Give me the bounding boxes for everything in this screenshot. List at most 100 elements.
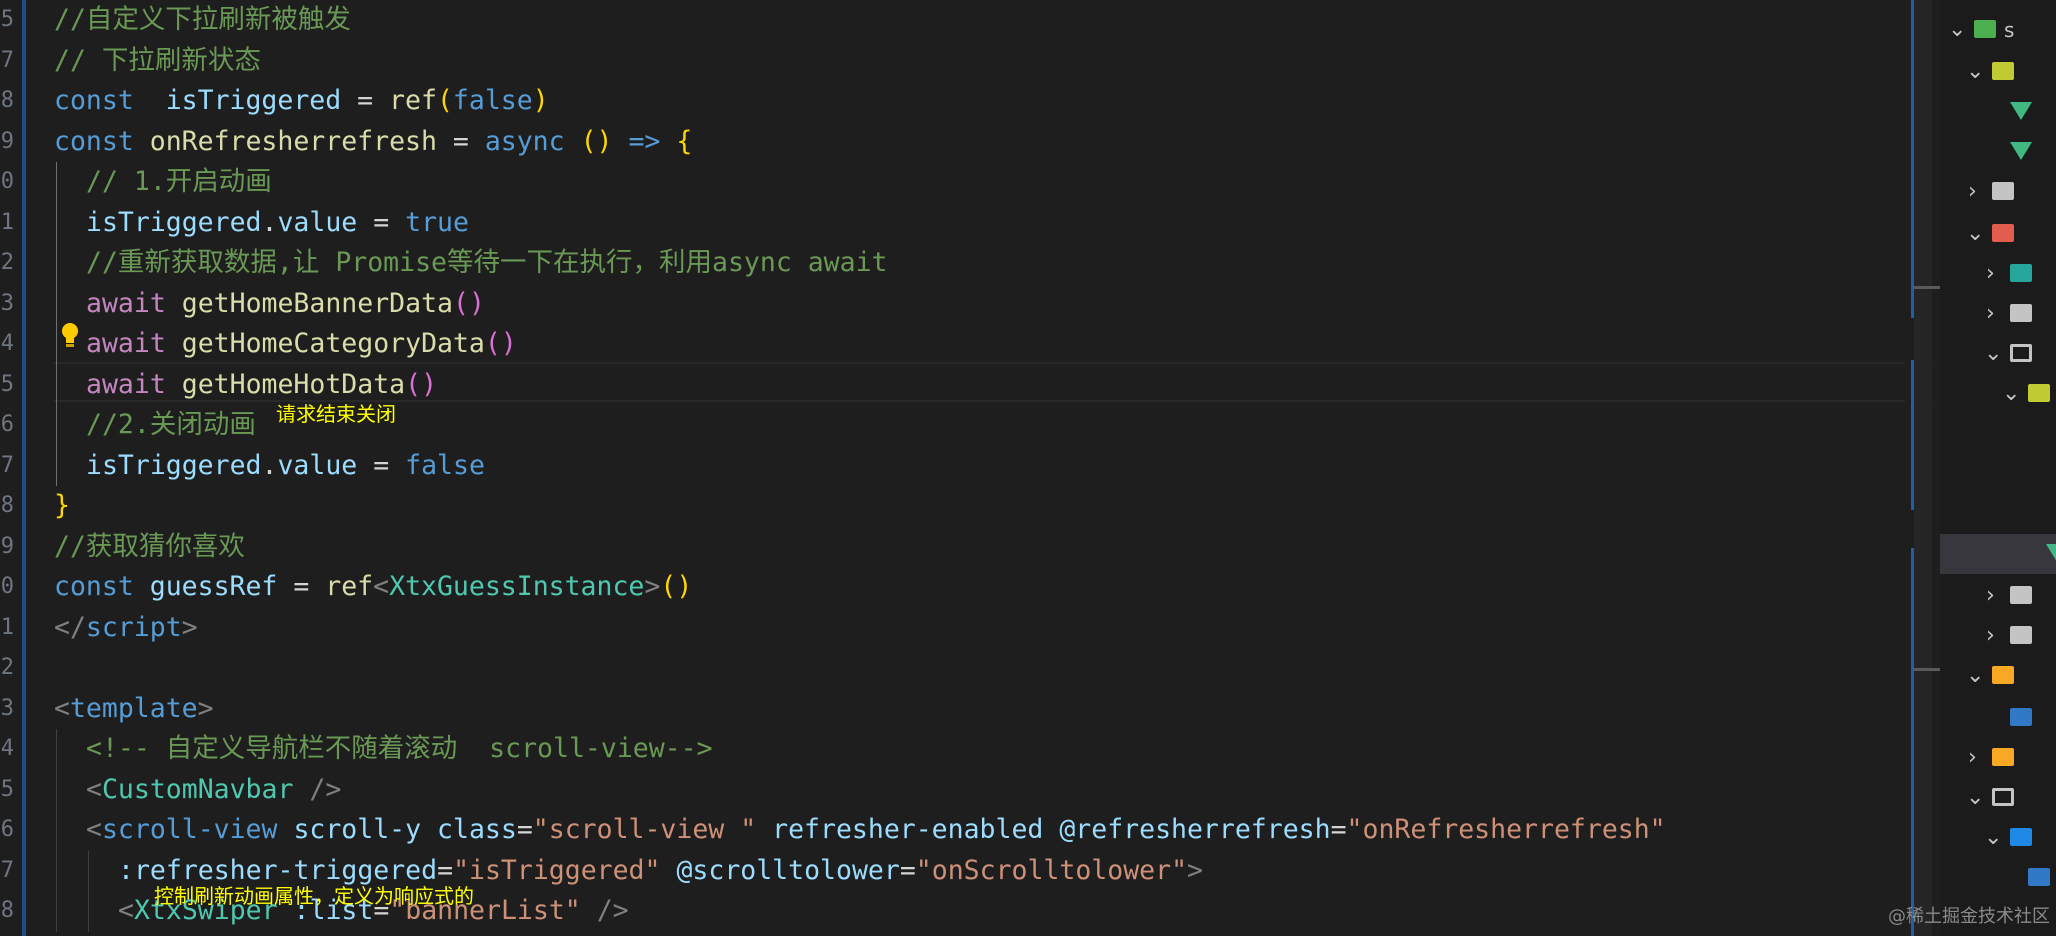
code-line[interactable]: <!-- 自定义导航栏不随着滚动 scroll-view--> bbox=[86, 729, 713, 769]
tree-item-ts-file[interactable] bbox=[1940, 858, 2056, 898]
static-folder-icon bbox=[1992, 748, 2014, 766]
code-line[interactable]: //2.关闭动画 bbox=[86, 405, 256, 445]
vue-file-icon bbox=[2010, 102, 2032, 120]
vue-file-icon bbox=[2010, 142, 2032, 160]
code-token: < bbox=[86, 773, 102, 805]
code-token: await bbox=[86, 328, 166, 359]
code-line[interactable]: //自定义下拉刷新被触发 bbox=[54, 0, 351, 40]
tree-item-ts-file[interactable] bbox=[1940, 698, 2056, 738]
tree-item-folder[interactable]: › bbox=[1940, 254, 2056, 294]
code-token: :refresher-triggered bbox=[118, 854, 438, 886]
code-editor[interactable]: //自定义下拉刷新被触发 // 下拉刷新状态 const isTriggered =… bbox=[0, 0, 1934, 936]
code-token: //自定义下拉刷新被触发 bbox=[54, 4, 351, 35]
code-line[interactable]: <scroll-view scroll-y class="scroll-view… bbox=[86, 810, 1666, 850]
code-line[interactable]: const isTriggered = ref(false) bbox=[54, 81, 549, 121]
code-token: /> bbox=[596, 895, 629, 926]
open-folder-icon bbox=[2010, 344, 2032, 362]
code-line[interactable]: await getHomeCategoryData() bbox=[86, 324, 517, 364]
code-token: await bbox=[86, 368, 166, 400]
indent-guide bbox=[56, 729, 57, 932]
open-folder-icon bbox=[1992, 788, 2014, 806]
code-line[interactable]: // 下拉刷新状态 bbox=[54, 41, 261, 81]
tree-item-folder[interactable]: ⌄ bbox=[1940, 214, 2056, 254]
code-token: < bbox=[54, 692, 70, 724]
lightbulb-icon[interactable] bbox=[60, 322, 80, 350]
code-token: getHomeCategoryData bbox=[181, 328, 485, 359]
code-line[interactable]: const guessRef = ref<XtxGuessInstance>() bbox=[54, 567, 692, 607]
code-token: isTriggered bbox=[165, 85, 342, 116]
file-explorer[interactable]: ⌄ s ⌄ › ⌄ › › ⌄ ⌄ › › ⌄ › ⌄ ⌄ bbox=[1940, 0, 2056, 936]
code-token: "onScrolltolower" bbox=[915, 854, 1188, 886]
code-token: getHomeBannerData bbox=[181, 287, 453, 319]
code-token: ( bbox=[436, 85, 453, 116]
code-token: </ bbox=[54, 611, 86, 643]
code-token: const bbox=[54, 85, 134, 116]
chevron-right-icon: › bbox=[1986, 301, 1995, 326]
code-token: = bbox=[899, 854, 916, 886]
watermark: @稀土掘金技术社区 bbox=[1888, 906, 2050, 927]
indent-guide bbox=[56, 162, 57, 486]
tree-item-folder[interactable]: ⌄ bbox=[1940, 52, 2056, 92]
tree-item-folder[interactable]: › bbox=[1940, 294, 2056, 334]
tree-item-folder[interactable]: › bbox=[1940, 616, 2056, 656]
code-token: "onRefresherrefresh" bbox=[1346, 814, 1666, 845]
tree-item-folder[interactable]: ⌄ bbox=[1940, 656, 2056, 696]
code-line[interactable]: await getHomeBannerData() bbox=[86, 284, 485, 324]
code-token: const bbox=[54, 125, 134, 157]
code-token: > bbox=[197, 692, 214, 724]
code-token: scroll-y bbox=[293, 814, 422, 845]
tree-item-folder[interactable]: › bbox=[1940, 172, 2056, 212]
code-line[interactable]: //获取猜你喜欢 bbox=[54, 527, 245, 567]
vertical-scrollbar[interactable] bbox=[1914, 0, 1932, 936]
code-token: true bbox=[405, 206, 469, 238]
tree-item-selected-file[interactable] bbox=[1940, 534, 2056, 574]
code-line[interactable]: isTriggered.value = false bbox=[86, 446, 485, 486]
tree-item-label: s bbox=[2004, 18, 2015, 42]
code-line[interactable]: <CustomNavbar /> bbox=[86, 770, 341, 810]
code-line[interactable]: const onRefresherrefresh = async () => { bbox=[54, 122, 692, 162]
code-token: = bbox=[341, 85, 390, 116]
tree-item-folder[interactable]: ⌄ bbox=[1940, 374, 2056, 414]
pages-folder-icon bbox=[1992, 224, 2014, 242]
code-token: > bbox=[181, 611, 198, 643]
scrollbar-marker bbox=[1914, 286, 1942, 289]
code-token: value bbox=[277, 206, 358, 238]
code-token: XtxGuessInstance bbox=[389, 571, 645, 602]
code-line[interactable]: } bbox=[54, 486, 70, 526]
annotation-triggered-attr: 控制刷新动画属性，定义为响应式的 bbox=[154, 884, 474, 908]
tree-item-folder[interactable]: ⌄ bbox=[1940, 818, 2056, 858]
code-line[interactable]: // 1.开启动画 bbox=[86, 162, 272, 202]
indent-guide bbox=[88, 850, 89, 932]
code-token: "scroll-view " bbox=[532, 814, 757, 845]
code-line[interactable]: <template> bbox=[54, 689, 214, 729]
tree-item-folder[interactable]: › bbox=[1940, 738, 2056, 778]
tree-item-folder[interactable]: › bbox=[1940, 576, 2056, 616]
tree-item-vue-file[interactable] bbox=[1940, 92, 2056, 132]
chevron-right-icon: › bbox=[1968, 745, 1977, 770]
chevron-right-icon: › bbox=[1986, 583, 1995, 608]
chevron-down-icon: ⌄ bbox=[1966, 59, 1985, 84]
code-token: => bbox=[628, 125, 661, 157]
code-token: async bbox=[484, 125, 565, 157]
code-line[interactable]: //重新获取数据,让 Promise等待一下在执行，利用async await bbox=[86, 243, 888, 283]
tree-item-src[interactable]: ⌄ s bbox=[1940, 10, 2056, 50]
code-token: const bbox=[54, 571, 134, 602]
services-folder-icon bbox=[1992, 666, 2014, 684]
chevron-down-icon: ⌄ bbox=[1966, 663, 1985, 688]
code-line[interactable]: await getHomeHotData() bbox=[86, 365, 437, 405]
code-line[interactable]: </script> bbox=[54, 608, 198, 648]
code-line[interactable]: isTriggered.value = true bbox=[86, 203, 469, 243]
tree-item-folder[interactable]: ⌄ bbox=[1940, 778, 2056, 818]
tree-item-folder[interactable]: ⌄ bbox=[1940, 334, 2056, 374]
code-token: @refresherrefresh bbox=[1059, 814, 1331, 845]
tree-item-vue-file[interactable] bbox=[1940, 132, 2056, 172]
